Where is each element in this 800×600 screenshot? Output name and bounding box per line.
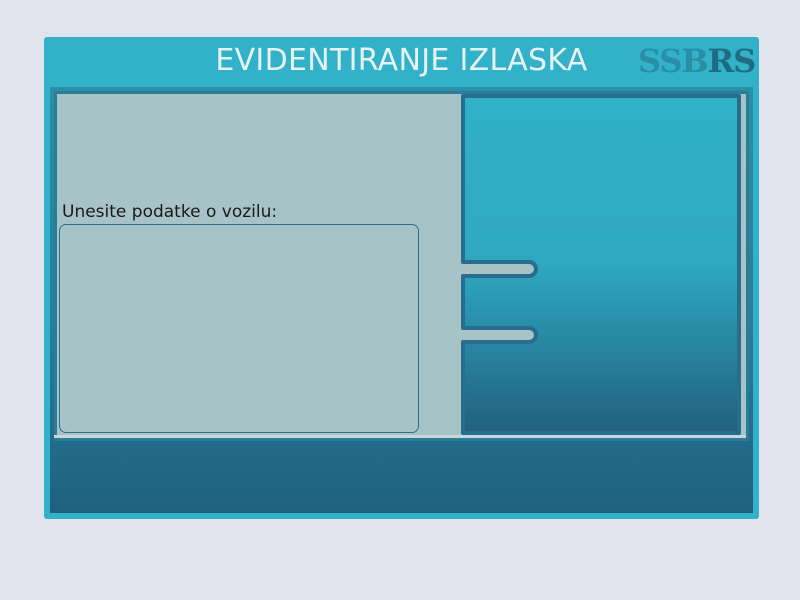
form-area-bottom-edge [54, 435, 746, 438]
side-panel-body [461, 94, 741, 435]
vehicle-data-label: Unesite podatke o vozilu: [62, 202, 278, 222]
ssbrs-logo: SSBRS [638, 42, 757, 80]
logo-part-rs: RS [707, 42, 757, 80]
side-panel [461, 94, 742, 435]
logo-part-ssb: SSB [638, 42, 709, 80]
tabbed-panel-shape [461, 94, 741, 435]
vehicle-data-input[interactable] [59, 224, 419, 433]
